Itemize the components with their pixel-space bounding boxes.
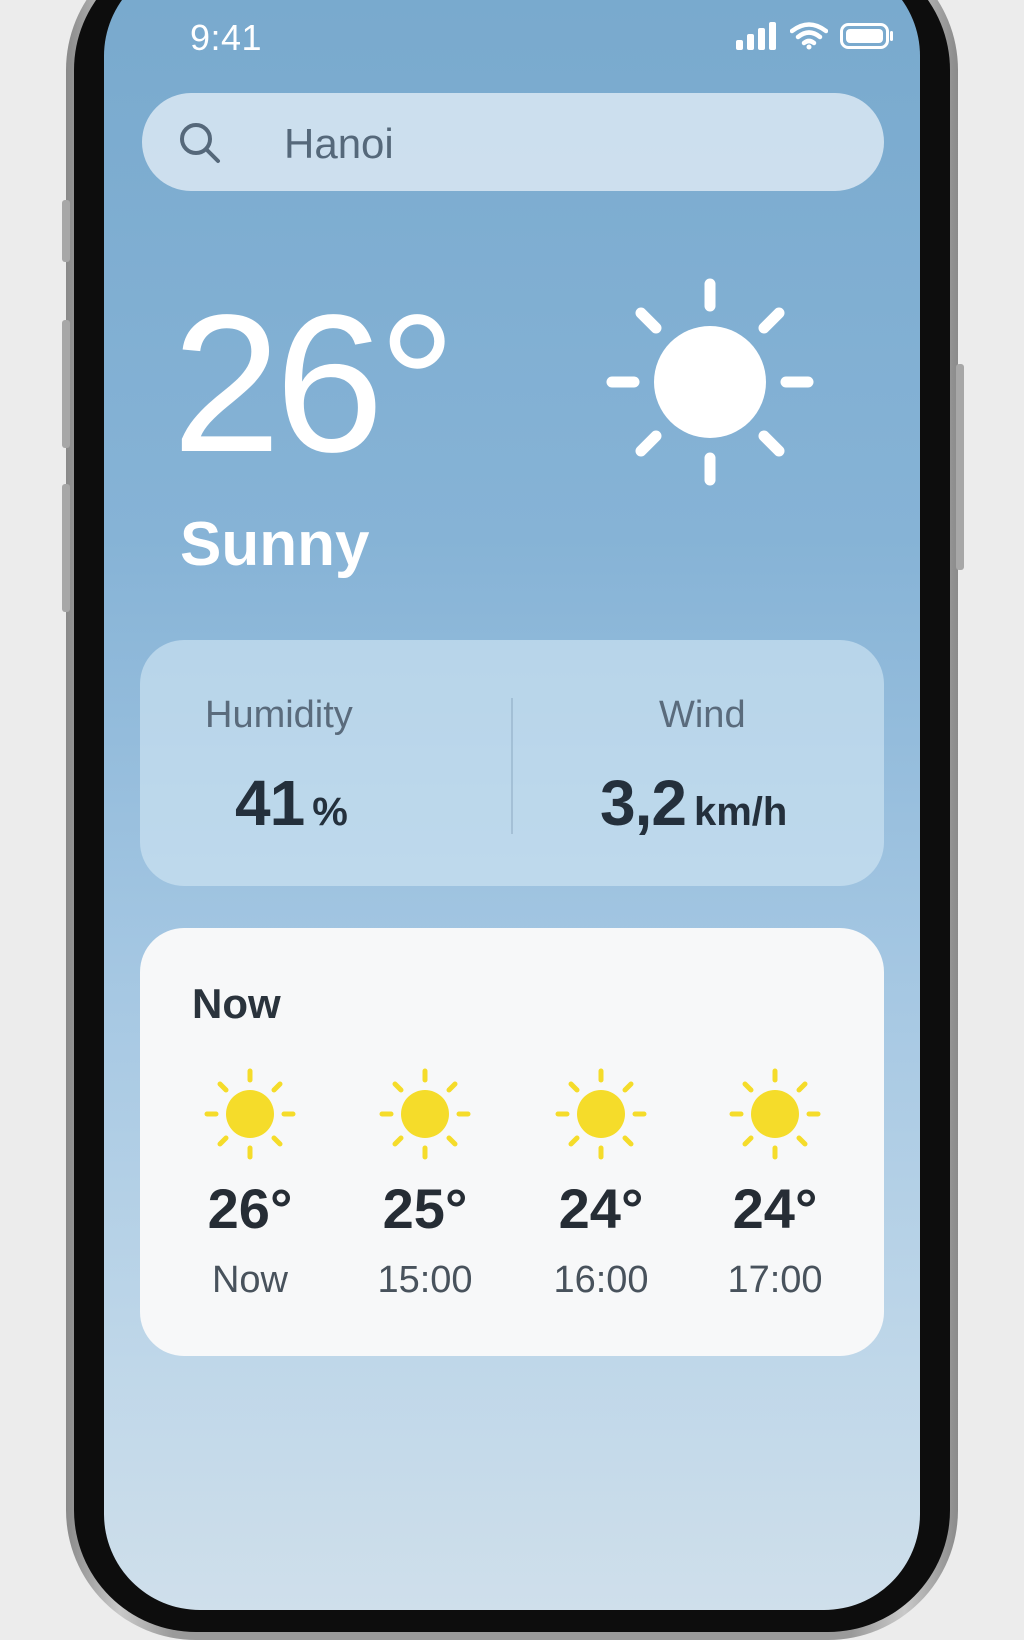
humidity-unit: %: [312, 790, 348, 834]
search-input[interactable]: Hanoi: [284, 120, 394, 168]
stats-card: Humidity 41% Wind 3,2 km/h: [140, 640, 884, 886]
hourly-forecast-card: Now 26° Now 25° 15:00 24° 16:00 24° 17:0…: [140, 928, 884, 1356]
hour-time: 15:00: [377, 1259, 473, 1301]
forecast-hour[interactable]: 25° 15:00: [350, 1068, 500, 1302]
weather-screen: 9:41 Hanoi 26° Sunny Humidity 41 % Wind …: [104, 0, 920, 1610]
humidity-number: 41: [235, 767, 305, 839]
hour-time: 17:00: [727, 1259, 823, 1301]
humidity-value: 41%: [235, 766, 348, 840]
forecast-hour[interactable]: 24° 17:00: [700, 1068, 850, 1302]
signal-icon: [736, 22, 776, 50]
hour-temperature: 24°: [732, 1177, 818, 1240]
hour-temperature: 25°: [382, 1177, 468, 1240]
wind-number: 3,2: [600, 767, 687, 839]
forecast-hour[interactable]: 24° 16:00: [526, 1068, 676, 1302]
wind-label: Wind: [659, 694, 746, 736]
sun-icon: [606, 278, 814, 486]
volume-down-button: [62, 484, 70, 612]
hour-time: Now: [211, 1259, 289, 1301]
mute-switch: [62, 200, 70, 262]
sun-icon: [379, 1068, 471, 1160]
wind-unit: km/h: [693, 790, 788, 834]
stats-divider: [511, 698, 513, 834]
sun-icon: [555, 1068, 647, 1160]
status-icons: [736, 22, 894, 50]
status-time: 9:41: [190, 17, 263, 58]
search-icon: [180, 123, 220, 163]
hour-time: 16:00: [553, 1259, 649, 1301]
hour-temperature: 24°: [558, 1177, 644, 1240]
weather-condition: Sunny: [180, 510, 370, 579]
search-bar[interactable]: Hanoi: [142, 93, 884, 191]
sun-icon: [729, 1068, 821, 1160]
volume-up-button: [62, 320, 70, 448]
humidity-label: Humidity: [205, 694, 353, 736]
wind-value: 3,2 km/h: [600, 766, 787, 840]
current-temperature: 26°: [172, 274, 456, 493]
wifi-icon: [790, 22, 828, 50]
power-button: [956, 364, 964, 570]
sun-icon: [204, 1068, 296, 1160]
forecast-hour[interactable]: 26° Now: [175, 1068, 325, 1302]
battery-icon: [840, 23, 893, 49]
hour-temperature: 26°: [207, 1177, 293, 1240]
forecast-title: Now: [192, 980, 281, 1027]
